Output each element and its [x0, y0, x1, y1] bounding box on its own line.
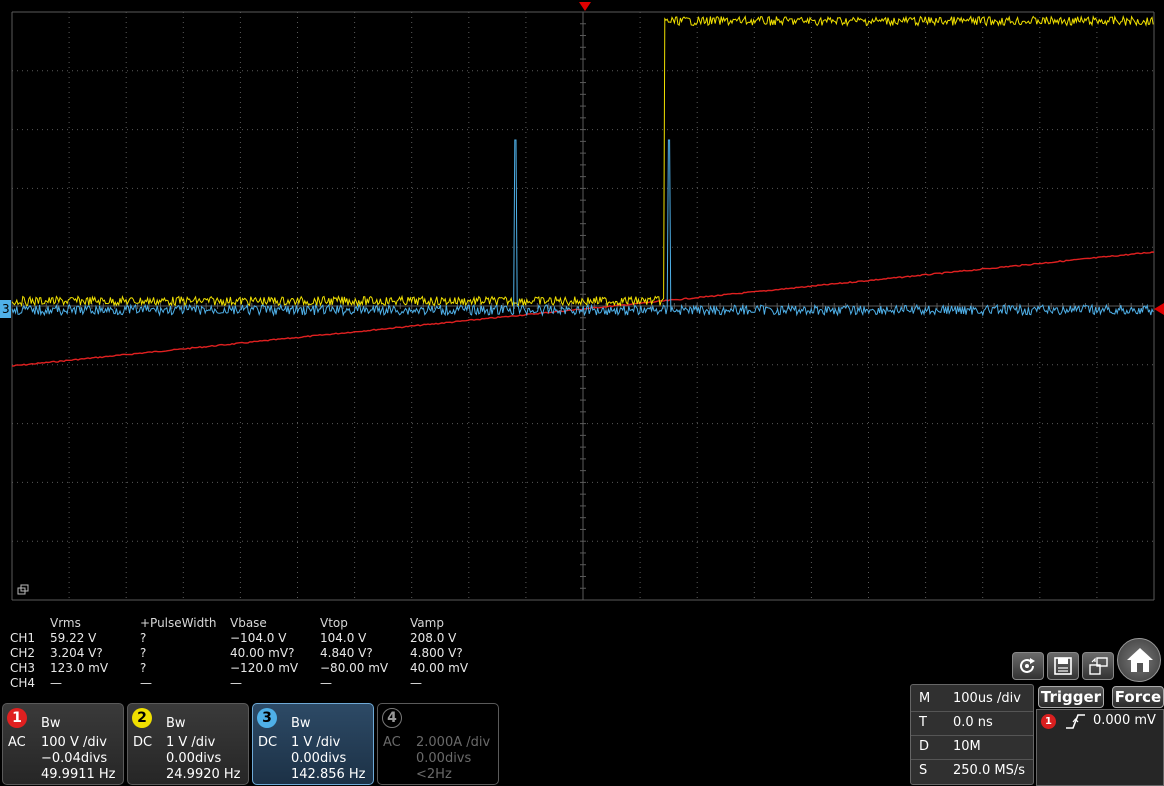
ch3-marker-label: 3	[2, 302, 10, 316]
trigger-level-marker[interactable]	[1154, 303, 1164, 315]
window-layout-button[interactable]	[1082, 652, 1114, 680]
rising-edge-icon	[1066, 714, 1085, 729]
channel-4-box[interactable]: 4 AC 2.000A /div 0.00divs <2Hz	[377, 703, 499, 785]
save-button[interactable]	[1047, 652, 1079, 680]
frequency-value: 49.9911 Hz	[41, 767, 116, 782]
trigger-button[interactable]: Trigger	[1038, 686, 1104, 708]
volts-per-div: 1 V /div	[166, 735, 216, 750]
row-label: CH4	[10, 676, 36, 690]
trigger-position-marker[interactable]	[579, 2, 591, 11]
autoset-button[interactable]	[1012, 652, 1044, 680]
channel-2-badge: 2	[132, 708, 152, 728]
timebase-key: S	[919, 763, 928, 778]
bandwidth-limit-label: Bw	[291, 716, 311, 731]
cell: 4.800 V?	[410, 646, 463, 660]
cell: —	[140, 676, 152, 690]
cell: 3.204 V?	[50, 646, 103, 660]
timebase-value: 10M	[953, 739, 981, 754]
row-label: CH1	[10, 631, 36, 645]
cell: 4.840 V?	[320, 646, 373, 660]
amps-per-div: 2.000A /div	[416, 735, 491, 750]
header-vamp: Vamp	[410, 616, 444, 630]
measurement-table: Vrms +PulseWidth Vbase Vtop Vamp CH1 59.…	[10, 616, 530, 692]
coupling-label: AC	[383, 735, 401, 750]
offset-value: 0.00divs	[291, 751, 347, 766]
timebase-value: 0.0 ns	[953, 715, 993, 730]
channel-3-badge: 3	[257, 708, 277, 728]
trigger-source-badge: 1	[1041, 714, 1056, 729]
coupling-label: AC	[8, 735, 26, 750]
channel-1-badge: 1	[7, 708, 27, 728]
timebase-key: M	[919, 691, 931, 706]
row-label: CH3	[10, 661, 36, 675]
channel-2-box[interactable]: 2 Bw DC 1 V /div 0.00divs 24.9920 Hz	[127, 703, 249, 785]
measurement-row-ch3: CH3 123.0 mV ? −120.0 mV −80.00 mV 40.00…	[10, 661, 530, 676]
home-icon	[1127, 648, 1153, 672]
timebase-value: 250.0 MS/s	[953, 763, 1025, 778]
cell: −80.00 mV	[320, 661, 389, 675]
cell: −104.0 V	[230, 631, 287, 645]
cell: —	[410, 676, 422, 690]
cell: 123.0 mV	[50, 661, 109, 675]
timebase-row-m[interactable]: M 100us /div	[911, 687, 1033, 712]
offset-value: 0.00divs	[416, 751, 472, 766]
waveform-display[interactable]: 3	[0, 0, 1164, 610]
offset-value: 0.00divs	[166, 751, 222, 766]
cell: 104.0 V	[320, 631, 367, 645]
header-vbase: Vbase	[230, 616, 267, 630]
header-vrms: Vrms	[50, 616, 81, 630]
coupling-label: DC	[258, 735, 278, 750]
graticule	[11, 11, 1155, 601]
cell: 59.22 V	[50, 631, 97, 645]
channel-3-box[interactable]: 3 Bw DC 1 V /div 0.00divs 142.856 Hz	[252, 703, 374, 785]
cell: —	[230, 676, 242, 690]
channel-1-box[interactable]: 1 Bw AC 100 V /div −0.04divs 49.9911 Hz	[2, 703, 124, 785]
trigger-level-value: 0.000 mV	[1093, 713, 1156, 728]
window-restore-icon[interactable]	[17, 584, 29, 595]
home-button[interactable]	[1117, 638, 1161, 682]
volts-per-div: 100 V /div	[41, 735, 107, 750]
cell: 208.0 V	[410, 631, 457, 645]
timebase-key: D	[919, 739, 930, 754]
timebase-row-d[interactable]: D 10M	[911, 735, 1033, 760]
refresh-icon	[1020, 658, 1035, 673]
coupling-label: DC	[133, 735, 153, 750]
measurement-row-ch1: CH1 59.22 V ? −104.0 V 104.0 V 208.0 V	[10, 631, 530, 646]
cell: ?	[140, 646, 147, 660]
frequency-value: <2Hz	[416, 767, 452, 782]
bandwidth-limit-label: Bw	[41, 716, 61, 731]
cell: ?	[140, 631, 147, 645]
bandwidth-limit-label: Bw	[166, 716, 186, 731]
timebase-panel[interactable]: M 100us /div T 0.0 ns D 10M S 250.0 MS/s	[910, 684, 1034, 785]
header-vtop: Vtop	[320, 616, 348, 630]
timebase-row-t[interactable]: T 0.0 ns	[911, 711, 1033, 736]
trigger-settings-panel[interactable]: 1 0.000 mV	[1036, 709, 1164, 786]
save-icon	[1054, 657, 1072, 675]
timebase-value: 100us /div	[953, 691, 1021, 706]
frequency-value: 24.9920 Hz	[166, 767, 241, 782]
cell: 40.00 mV?	[230, 646, 295, 660]
measurement-header-row: Vrms +PulseWidth Vbase Vtop Vamp	[10, 616, 530, 631]
offset-value: −0.04divs	[41, 751, 108, 766]
timebase-row-s[interactable]: S 250.0 MS/s	[911, 759, 1033, 783]
frequency-value: 142.856 Hz	[291, 767, 366, 782]
cell: 40.00 mV	[410, 661, 469, 675]
oscilloscope-screen: 3 Vrms +PulseWidth Vbase Vtop Vamp CH1 5…	[0, 0, 1164, 786]
channel-4-badge: 4	[382, 708, 402, 728]
force-trigger-button[interactable]: Force	[1112, 686, 1164, 708]
measurement-row-ch2: CH2 3.204 V? ? 40.00 mV? 4.840 V? 4.800 …	[10, 646, 530, 661]
window-swap-icon	[1089, 657, 1108, 675]
row-label: CH2	[10, 646, 36, 660]
volts-per-div: 1 V /div	[291, 735, 341, 750]
cell: —	[320, 676, 332, 690]
measurement-row-ch4: CH4 — — — — —	[10, 676, 530, 691]
ch3-offset-marker[interactable]: 3	[0, 300, 11, 318]
cell: ?	[140, 661, 147, 675]
timebase-key: T	[919, 715, 927, 730]
cell: −120.0 mV	[230, 661, 299, 675]
cell: —	[50, 676, 62, 690]
header-pulsewidth: +PulseWidth	[140, 616, 217, 630]
